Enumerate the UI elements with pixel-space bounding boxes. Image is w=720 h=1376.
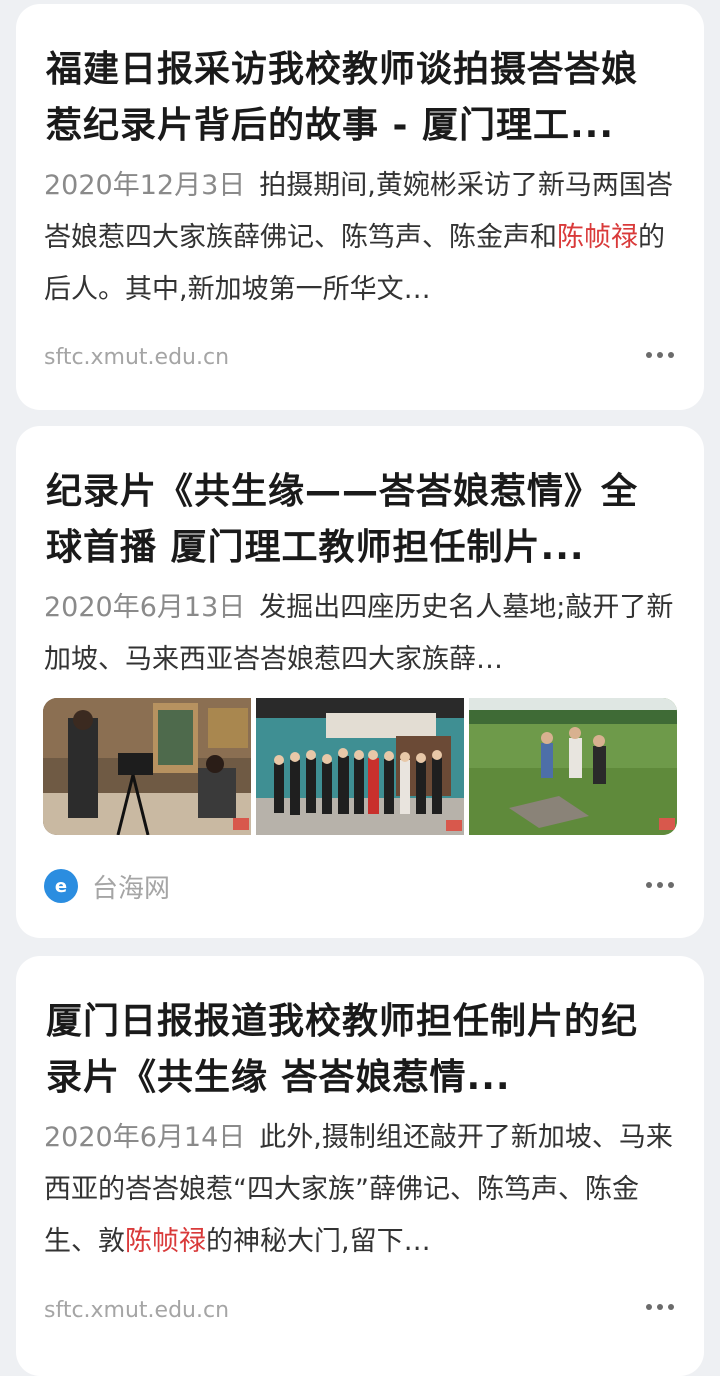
result-card-1[interactable]: 福建日报采访我校教师谈拍摄峇峇娘惹纪录片背后的故事 - 厦门理工... 2020…: [16, 4, 704, 410]
result-source-name[interactable]: 台海网: [92, 868, 170, 905]
result-card-2[interactable]: 纪录片《共生缘——峇峇娘惹情》全球首播 厦门理工教师担任制片... 2020年6…: [16, 426, 704, 938]
result-source-url[interactable]: sftc.xmut.edu.cn: [44, 1298, 229, 1323]
result-snippet: 2020年12月3日 拍摄期间,黄婉彬采访了新马两国峇峇娘惹四大家族薛佛记、陈笃声…: [44, 160, 674, 316]
result-card-3[interactable]: 厦门日报报道我校教师担任制片的纪录片《共生缘 峇峇娘惹情... 2020年6月1…: [16, 956, 704, 1376]
result-title[interactable]: 福建日报采访我校教师谈拍摄峇峇娘惹纪录片背后的故事 - 厦门理工...: [46, 42, 674, 154]
result-date: 2020年6月13日: [44, 592, 246, 623]
result-title[interactable]: 纪录片《共生缘——峇峇娘惹情》全球首播 厦门理工教师担任制片...: [46, 464, 674, 576]
snippet-highlight: 陈帧禄: [125, 1226, 206, 1257]
thumbnail-group-photo[interactable]: [256, 698, 464, 835]
thumbnail-interview-photo[interactable]: [43, 698, 251, 835]
more-dots-icon[interactable]: [646, 880, 674, 890]
thumbnail-field-photo[interactable]: [469, 698, 677, 835]
snippet-text: 的神秘大门,留下…: [206, 1226, 431, 1257]
taihai-logo-icon: e: [44, 869, 78, 903]
result-snippet: 2020年6月14日 此外,摄制组还敲开了新加坡、马来西亚的峇峇娘惹“四大家族”薛…: [44, 1112, 674, 1268]
snippet-highlight: 陈帧禄: [557, 222, 638, 253]
result-date: 2020年12月3日: [44, 170, 246, 201]
result-source-url[interactable]: sftc.xmut.edu.cn: [44, 345, 229, 370]
result-date: 2020年6月14日: [44, 1122, 246, 1153]
more-dots-icon[interactable]: [646, 350, 674, 360]
result-image-strip[interactable]: [43, 698, 677, 835]
more-dots-icon[interactable]: [646, 1302, 674, 1312]
result-title[interactable]: 厦门日报报道我校教师担任制片的纪录片《共生缘 峇峇娘惹情...: [46, 994, 674, 1106]
result-snippet: 2020年6月13日 发掘出四座历史名人墓地;敲开了新加坡、马来西亚峇峇娘惹四大家…: [44, 582, 674, 686]
